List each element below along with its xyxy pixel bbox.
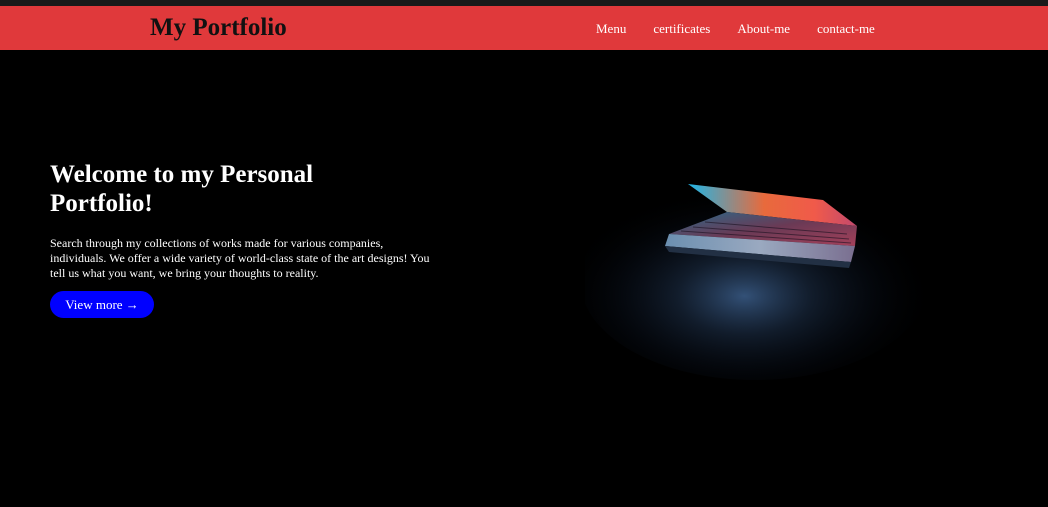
- nav-menu: Menu certificates About-me contact-me: [596, 21, 875, 37]
- laptop-image: [585, 150, 935, 380]
- brand-title[interactable]: My Portfolio: [150, 14, 287, 42]
- hero-description: Search through my collections of works m…: [50, 236, 430, 280]
- hero-title: Welcome to my Personal Portfolio!: [50, 161, 314, 217]
- nav-link-certificates[interactable]: certificates: [653, 21, 710, 37]
- nav-link-menu[interactable]: Menu: [596, 21, 626, 37]
- view-more-button[interactable]: View more →: [50, 291, 154, 318]
- nav-link-about-me[interactable]: About-me: [737, 21, 790, 37]
- navbar: My Portfolio Menu certificates About-me …: [0, 6, 1048, 50]
- nav-link-contact-me[interactable]: contact-me: [817, 21, 875, 37]
